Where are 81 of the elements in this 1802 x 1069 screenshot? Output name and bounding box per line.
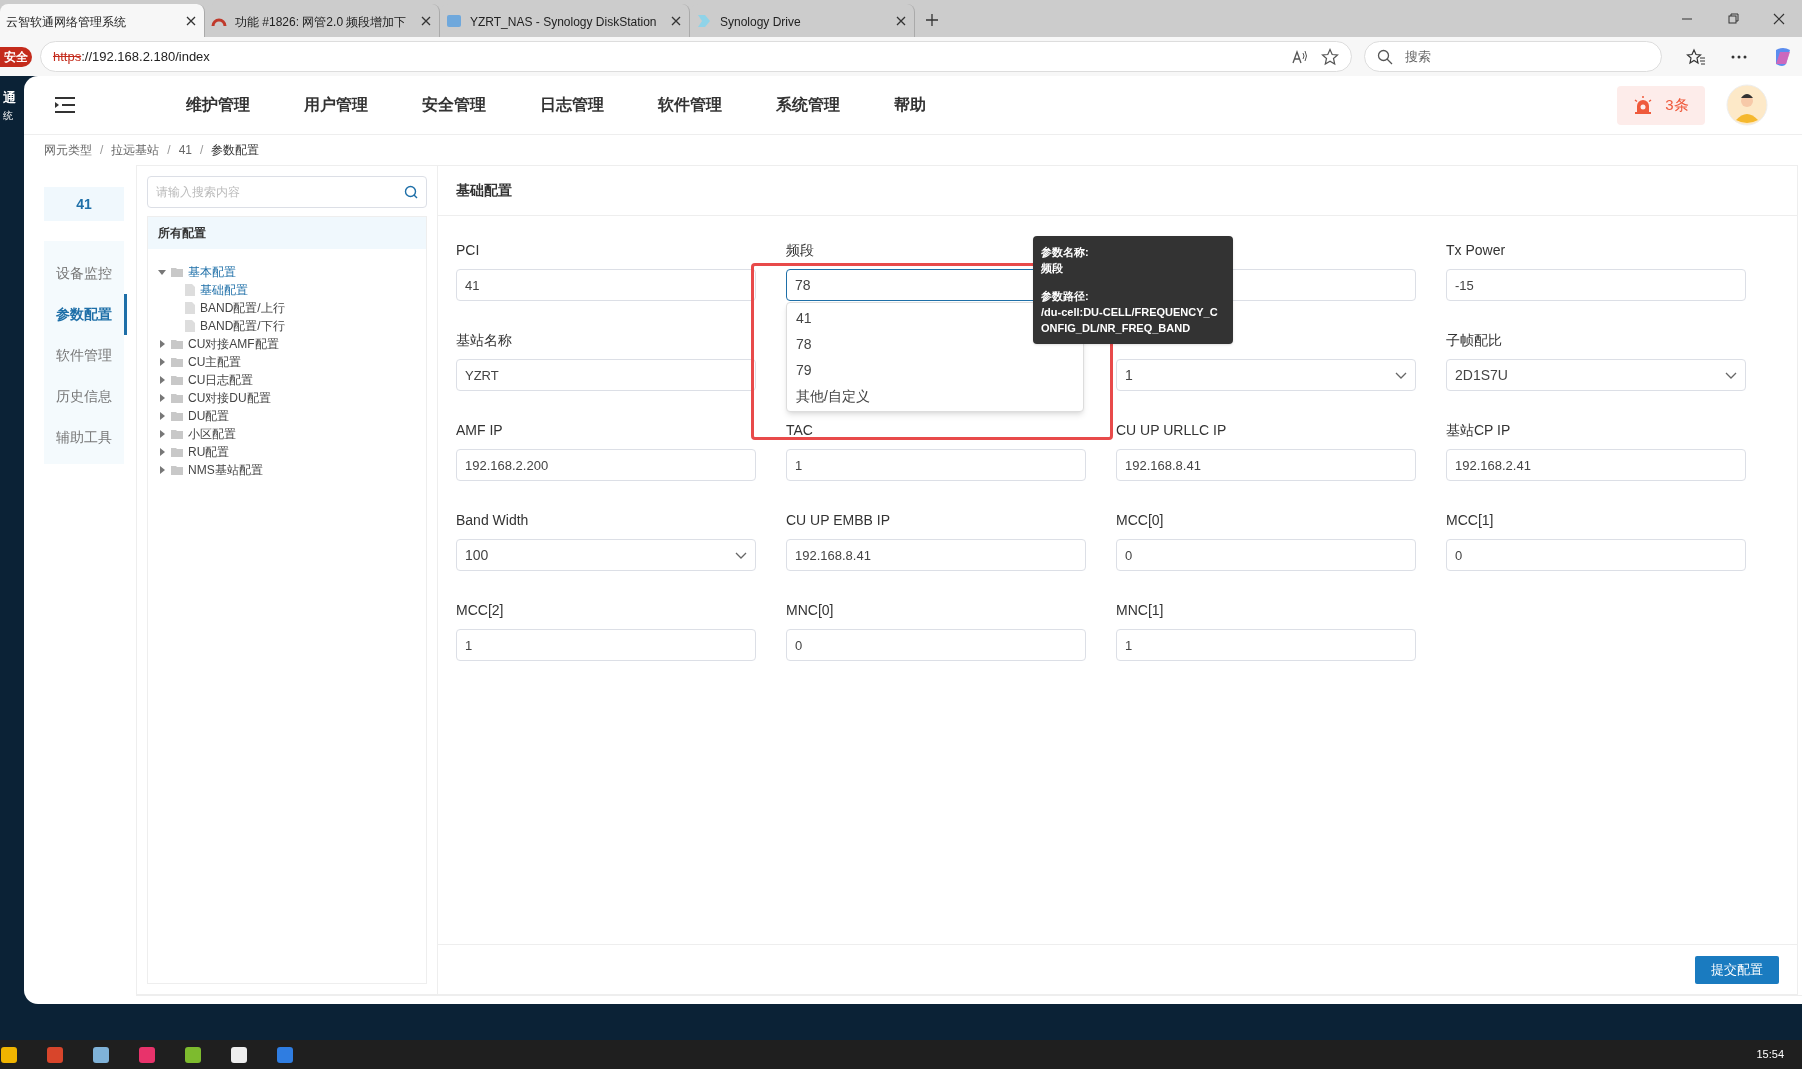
nav-item[interactable]: 软件管理 bbox=[44, 335, 124, 376]
nav-item[interactable]: 参数配置 bbox=[44, 294, 127, 335]
app-name: 通 bbox=[2, 89, 16, 107]
field-label: MNC[1] bbox=[1116, 601, 1164, 619]
nav-item[interactable]: 历史信息 bbox=[44, 376, 124, 417]
tree-item[interactable]: 小区配置 bbox=[188, 425, 236, 443]
menu-item[interactable]: 用户管理 bbox=[304, 93, 368, 117]
field-label: 基站名称 bbox=[456, 331, 512, 349]
tab-title: YZRT_NAS - Synology DiskStation bbox=[470, 14, 657, 29]
nav-item[interactable]: 设备监控 bbox=[44, 253, 124, 294]
input-field[interactable]: 192.168.8.41 bbox=[1116, 449, 1416, 481]
field-label: MCC[0] bbox=[1116, 511, 1164, 529]
input-field[interactable]: 192.168.2.41 bbox=[1446, 449, 1746, 481]
input-field[interactable]: -15 bbox=[1446, 269, 1746, 301]
field-label: MCC[1] bbox=[1446, 511, 1494, 529]
tree-item[interactable]: BAND配置/下行 bbox=[200, 317, 285, 335]
menu-item[interactable]: 系统管理 bbox=[776, 93, 840, 117]
input-field[interactable]: YZRT bbox=[456, 359, 756, 391]
tooltip-text: /du-cell:DU-CELL/FREQUENCY_CONFIG_DL/NR_FREQ_BAND bbox=[1041, 305, 1219, 336]
tree-item[interactable]: BAND配置/上行 bbox=[200, 299, 285, 317]
app-name: 统 bbox=[3, 108, 13, 123]
input-field[interactable]: 1 bbox=[456, 629, 756, 661]
breadcrumb-link[interactable]: 41 bbox=[178, 141, 193, 159]
breadcrumb-separator: / bbox=[100, 142, 104, 159]
field-label: CU UP EMBB IP bbox=[786, 511, 890, 529]
field-label: PCI bbox=[456, 241, 480, 259]
breadcrumb-separator: / bbox=[200, 142, 204, 159]
tree-item[interactable]: CU主配置 bbox=[188, 353, 242, 371]
menu-item[interactable]: 帮助 bbox=[894, 93, 926, 117]
select-field[interactable]: 2D1S7U bbox=[1446, 359, 1746, 391]
breadcrumb-separator: / bbox=[167, 142, 171, 159]
field-label: MCC[2] bbox=[456, 601, 504, 619]
nav-item[interactable]: 辅助工具 bbox=[44, 417, 124, 458]
field-label: AMF IP bbox=[456, 421, 503, 439]
tree-item[interactable]: NMS基站配置 bbox=[188, 461, 263, 479]
tree-title: 所有配置 bbox=[148, 217, 426, 249]
dropdown-option[interactable]: 79 bbox=[787, 357, 1083, 383]
menu-item[interactable]: 软件管理 bbox=[658, 93, 722, 117]
field-label: TAC bbox=[786, 421, 813, 439]
input-field[interactable]: 0 bbox=[786, 629, 1086, 661]
input-field[interactable]: 1 bbox=[786, 449, 1086, 481]
select-field[interactable]: 1 bbox=[1116, 359, 1416, 391]
input-field[interactable]: 0 bbox=[1116, 539, 1416, 571]
clock-time: 15:54 bbox=[1756, 1047, 1785, 1063]
field-label: 子帧配比 bbox=[1446, 331, 1502, 349]
input-field[interactable]: 1 bbox=[1116, 629, 1416, 661]
field-label: 频段 bbox=[786, 241, 814, 259]
browser-tab[interactable]: 云智软通网络管理系统 bbox=[0, 4, 205, 37]
tree-item[interactable]: 基本配置 bbox=[188, 263, 236, 281]
tree-item[interactable]: RU配置 bbox=[188, 443, 230, 461]
select-field[interactable]: 100 bbox=[456, 539, 756, 571]
search-field[interactable]: 搜索 bbox=[1364, 41, 1662, 72]
field-label: Band Width bbox=[456, 511, 529, 529]
tab-title: 功能 #1826: 网管2.0 频段增加下 bbox=[235, 14, 407, 29]
breadcrumb-link[interactable]: 网元类型 bbox=[44, 141, 92, 159]
field-label: MNC[0] bbox=[786, 601, 834, 619]
tree-item[interactable]: DU配置 bbox=[188, 407, 230, 425]
tooltip-text: 参数名称: bbox=[1041, 245, 1090, 260]
device-name: 41 bbox=[76, 194, 92, 214]
tab-title: 云智软通网络管理系统 bbox=[6, 14, 126, 29]
breadcrumb-link[interactable]: 拉远基站 bbox=[111, 141, 160, 159]
submit-button[interactable]: 提交配置 bbox=[1695, 955, 1779, 984]
input-field[interactable]: 192.168.2.200 bbox=[456, 449, 756, 481]
input-field[interactable]: 41 bbox=[456, 269, 756, 301]
tree-item[interactable]: 基础配置 bbox=[200, 281, 248, 299]
menu-item[interactable]: 日志管理 bbox=[540, 93, 604, 117]
field-label: 基站CP IP bbox=[1446, 421, 1511, 439]
tree-item[interactable]: CU对接AMF配置 bbox=[188, 335, 279, 353]
field-label: Tx Power bbox=[1446, 241, 1506, 259]
security-badge[interactable]: 安全 bbox=[0, 46, 32, 67]
tree-item[interactable]: CU日志配置 bbox=[188, 371, 254, 389]
menu-item[interactable]: 维护管理 bbox=[186, 93, 250, 117]
menu-item[interactable]: 安全管理 bbox=[422, 93, 486, 117]
breadcrumb-link[interactable]: 参数配置 bbox=[211, 141, 260, 159]
input-field[interactable]: 0 bbox=[1446, 539, 1746, 571]
field-label: CU UP URLLC IP bbox=[1116, 421, 1227, 439]
panel-title: 基础配置 bbox=[456, 181, 512, 200]
tree-item[interactable]: CU对接DU配置 bbox=[188, 389, 271, 407]
tab-title: Synology Drive bbox=[720, 14, 801, 29]
input-field[interactable]: 192.168.8.41 bbox=[786, 539, 1086, 571]
dropdown-option[interactable]: 其他/自定义 bbox=[787, 383, 1083, 409]
